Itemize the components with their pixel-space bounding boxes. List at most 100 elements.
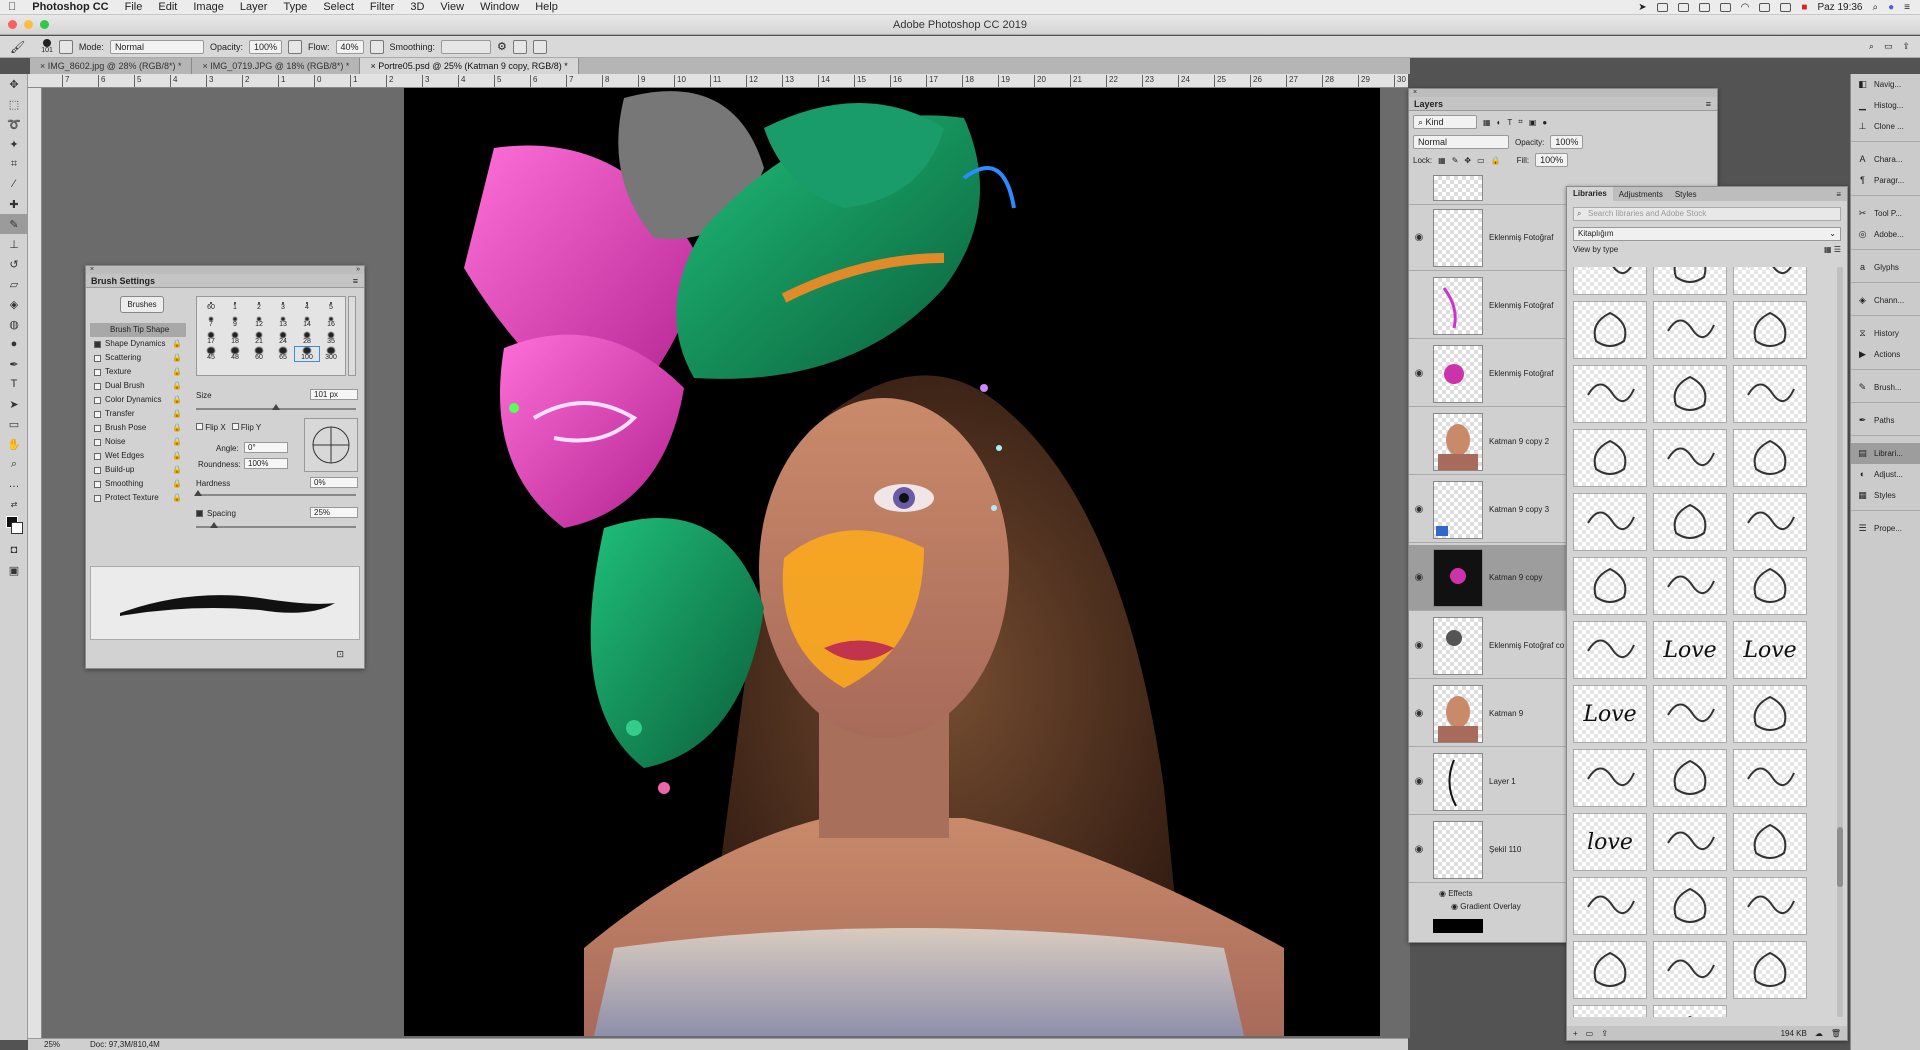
library-asset-tile[interactable] bbox=[1733, 267, 1807, 295]
slider-knob[interactable] bbox=[210, 522, 218, 528]
brush-tip-preset[interactable]: 13 bbox=[271, 315, 295, 329]
panel-menu-icon[interactable]: ≡ bbox=[1836, 190, 1847, 199]
lock-icon[interactable]: 🔒 bbox=[172, 421, 186, 435]
library-asset-tile[interactable]: love bbox=[1573, 813, 1647, 871]
notification-icon[interactable]: ≡ bbox=[1904, 2, 1910, 13]
menu-layer[interactable]: Layer bbox=[232, 0, 276, 15]
option-smoothing[interactable]: Smoothing 🔒 bbox=[90, 477, 186, 491]
layer-row[interactable]: ◉ Şekil 110 bbox=[1409, 817, 1566, 883]
hand-tool-icon[interactable]: ✋ bbox=[0, 434, 28, 454]
library-asset-tile[interactable] bbox=[1653, 749, 1727, 807]
add-content-icon[interactable]: + bbox=[1573, 1029, 1578, 1038]
brush-tip-preset[interactable]: 300 bbox=[319, 347, 343, 361]
lock-pixels-icon[interactable]: ✎ bbox=[1452, 156, 1459, 165]
lock-icon[interactable]: 🔒 bbox=[172, 463, 186, 477]
tab-styles[interactable]: Styles bbox=[1669, 190, 1703, 199]
lock-icon[interactable]: 🔒 bbox=[172, 491, 186, 505]
library-asset-tile[interactable] bbox=[1733, 749, 1807, 807]
search-icon[interactable]: ⌕ bbox=[1869, 41, 1874, 52]
size-field[interactable]: 101 px bbox=[310, 389, 358, 400]
flag-icon[interactable]: ■ bbox=[1801, 2, 1807, 13]
layer-name[interactable]: Eklenmiş Fotoğraf bbox=[1489, 301, 1553, 310]
rectangle-tool-icon[interactable]: ▭ bbox=[0, 414, 28, 434]
brush-tip-preset[interactable]: 35 bbox=[319, 331, 343, 345]
dock-history[interactable]: ⧖ History bbox=[1851, 323, 1920, 344]
document-size[interactable]: Doc: 97,3M/810,4M bbox=[90, 1040, 160, 1049]
pressure-size-button[interactable] bbox=[512, 39, 527, 54]
option-dual-brush[interactable]: Dual Brush 🔒 bbox=[90, 379, 186, 393]
brush-tip-preset[interactable]: 3 bbox=[271, 299, 295, 313]
layer-row[interactable]: ◉ Katman 9 copy 3 bbox=[1409, 477, 1566, 543]
layer-row[interactable]: ◉ Katman 9 copy bbox=[1409, 545, 1566, 611]
library-asset-tile[interactable] bbox=[1573, 749, 1647, 807]
option-build-up[interactable]: Build-up 🔒 bbox=[90, 463, 186, 477]
library-asset-tile[interactable] bbox=[1653, 813, 1727, 871]
dock-actions[interactable]: ▶ Actions bbox=[1851, 344, 1920, 365]
library-asset-tile[interactable] bbox=[1573, 365, 1647, 423]
spotlight-icon[interactable]: ⌕ bbox=[1873, 2, 1879, 13]
checkbox[interactable] bbox=[94, 382, 101, 390]
panel-collapse-icon[interactable]: » bbox=[356, 266, 360, 274]
option-brush-tip-shape[interactable]: Brush Tip Shape bbox=[90, 323, 186, 337]
spacing-option[interactable]: Spacing bbox=[196, 509, 236, 518]
brush-tip-grid[interactable]: 60 1 2 3 4 5 7 9 12 13 14 16 17 18 21 24 28 35 45 48 60 65 100… bbox=[196, 296, 346, 376]
library-asset-tile[interactable]: Love bbox=[1733, 621, 1807, 679]
lock-artboard-icon[interactable]: ▭ bbox=[1477, 156, 1485, 165]
scrollbar-thumb[interactable] bbox=[1837, 827, 1843, 887]
library-asset-tile[interactable] bbox=[1733, 941, 1807, 999]
creative-cloud-icon[interactable] bbox=[1656, 2, 1668, 12]
layer-name[interactable]: Katman 9 copy bbox=[1489, 573, 1542, 582]
library-search-input[interactable]: ⌕ Search libraries and Adobe Stock bbox=[1573, 207, 1841, 221]
spacing-checkbox[interactable] bbox=[196, 510, 203, 517]
layer-row[interactable]: Eklenmiş Fotoğraf bbox=[1409, 273, 1566, 339]
brush-tip-preset[interactable]: 60 bbox=[199, 299, 223, 313]
checkbox[interactable] bbox=[94, 424, 101, 432]
checkbox[interactable] bbox=[94, 340, 101, 348]
magic-wand-tool-icon[interactable]: ✦ bbox=[0, 134, 28, 154]
dock-navigator[interactable]: ◧ Navig... bbox=[1851, 74, 1920, 95]
smoothing-field[interactable] bbox=[441, 39, 492, 54]
brush-tip-preset[interactable]: 21 bbox=[247, 331, 271, 345]
library-asset-tile[interactable] bbox=[1573, 493, 1647, 551]
brushes-button[interactable]: Brushes bbox=[120, 296, 164, 313]
visibility-eye-icon[interactable]: ◉ bbox=[1409, 572, 1429, 583]
checkbox[interactable] bbox=[94, 466, 101, 474]
angle-roundness-widget[interactable] bbox=[304, 418, 358, 472]
menu-help[interactable]: Help bbox=[527, 0, 566, 15]
airbrush-button[interactable] bbox=[369, 39, 384, 54]
brush-tip-preset[interactable]: 1 bbox=[223, 299, 247, 313]
lock-icon[interactable]: 🔒 bbox=[172, 449, 186, 463]
document-canvas[interactable] bbox=[404, 88, 1380, 1036]
layer-name[interactable]: Eklenmiş Fotoğraf bbox=[1489, 233, 1553, 242]
blend-mode-dropdown[interactable]: Normal bbox=[1413, 135, 1509, 149]
symmetry-button[interactable] bbox=[532, 39, 547, 54]
library-asset-tile[interactable] bbox=[1573, 301, 1647, 359]
swap-colors-icon[interactable]: ⇄ bbox=[0, 494, 28, 514]
library-asset-tile[interactable] bbox=[1733, 429, 1807, 487]
dock-brush-settings[interactable]: ✎ Brush... bbox=[1851, 377, 1920, 398]
tab-img-8602[interactable]: × IMG_8602.jpg @ 28% (RGB/8*) * bbox=[30, 58, 193, 74]
filter-kind-dropdown[interactable]: ⌕ Kind bbox=[1413, 115, 1477, 129]
layer-row[interactable]: ◉ Eklenmiş Fotoğraf co bbox=[1409, 613, 1566, 679]
dock-properties[interactable]: ☰ Prope... bbox=[1851, 518, 1920, 539]
grid-view-icon[interactable]: ▦ bbox=[1824, 245, 1832, 254]
tab-portre05[interactable]: × Portre05.psd @ 25% (Katman 9 copy, RGB… bbox=[360, 58, 579, 74]
visibility-eye-icon[interactable]: ◉ bbox=[1451, 902, 1458, 911]
library-asset-tile[interactable] bbox=[1733, 365, 1807, 423]
layer-thumbnail[interactable] bbox=[1433, 919, 1483, 933]
checkbox[interactable] bbox=[94, 494, 101, 502]
color-swatches[interactable] bbox=[0, 514, 27, 540]
history-brush-tool-icon[interactable]: ↺ bbox=[0, 254, 28, 274]
checkbox[interactable] bbox=[94, 368, 101, 376]
library-asset-tile[interactable] bbox=[1653, 685, 1727, 743]
layers-title[interactable]: Layers bbox=[1414, 97, 1443, 110]
slider-knob[interactable] bbox=[194, 490, 202, 496]
lasso-tool-icon[interactable]: ➰ bbox=[0, 114, 28, 134]
close-window-button[interactable] bbox=[8, 20, 17, 29]
workspace-icon[interactable]: ▭ bbox=[1884, 41, 1893, 52]
filter-adjustment-icon[interactable]: ◐ bbox=[1497, 118, 1502, 127]
brush-tip-preset[interactable]: 12 bbox=[247, 315, 271, 329]
pen-tool-icon[interactable]: ✒ bbox=[0, 354, 28, 374]
layer-name[interactable]: Şekil 110 bbox=[1489, 845, 1521, 854]
layer-name[interactable]: Katman 9 copy 2 bbox=[1489, 437, 1549, 446]
